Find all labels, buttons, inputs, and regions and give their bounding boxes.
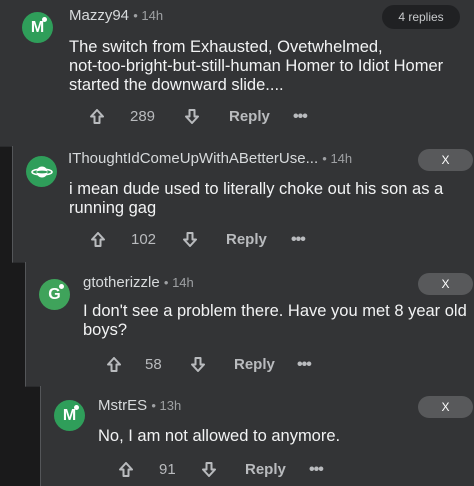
downvote-icon[interactable]: [202, 462, 216, 477]
vote-count: 289: [130, 108, 156, 125]
comment-line: not-too-bright-but-still-human Homer to …: [69, 57, 444, 75]
upvote-icon[interactable]: [107, 357, 121, 372]
comment-body: i mean dude used to literally choke out …: [69, 180, 469, 218]
bulb-icon: [59, 284, 64, 289]
planet-icon: [30, 166, 53, 177]
comment-header: Mazzy94 • 14h: [69, 7, 164, 24]
replies-button[interactable]: 4 replies: [382, 5, 460, 29]
comment-body: No, I am not allowed to anymore.: [98, 427, 468, 446]
timestamp: 14h: [172, 275, 194, 290]
vote-count: 102: [131, 231, 157, 248]
collapse-button[interactable]: X: [418, 273, 473, 295]
avatar[interactable]: [26, 156, 57, 187]
downvote-icon[interactable]: [183, 232, 197, 247]
comment-line: No, I am not allowed to anymore.: [98, 427, 341, 445]
reply-button[interactable]: Reply: [245, 461, 286, 478]
vote-count: 58: [145, 356, 162, 373]
bulb-icon: [74, 405, 79, 410]
downvote-icon[interactable]: [185, 109, 199, 124]
more-options-icon[interactable]: •••: [293, 108, 308, 126]
comment-body: I don't see a problem there. Have you me…: [83, 302, 473, 340]
upvote-icon[interactable]: [91, 232, 105, 247]
upvote-icon[interactable]: [119, 462, 133, 477]
reply-button[interactable]: Reply: [226, 231, 267, 248]
bulb-icon: [42, 17, 47, 22]
reply-button[interactable]: Reply: [234, 356, 275, 373]
username[interactable]: Mazzy94: [69, 7, 129, 24]
vote-count: 91: [159, 461, 176, 478]
reply-button[interactable]: Reply: [229, 108, 270, 125]
downvote-icon[interactable]: [191, 357, 205, 372]
comment-line: The switch from Exhausted, Ovetwhelmed,: [69, 38, 383, 56]
comment-line: I don't see a problem there. Have you me…: [83, 302, 467, 320]
username[interactable]: IThoughtIdComeUpWithABetterUse...: [68, 150, 318, 167]
comment-line: i mean dude used to literally choke out …: [69, 180, 444, 198]
collapse-button[interactable]: X: [418, 149, 473, 171]
more-options-icon[interactable]: •••: [309, 461, 324, 479]
more-options-icon[interactable]: •••: [291, 231, 306, 249]
more-options-icon[interactable]: •••: [297, 356, 312, 374]
collapse-button[interactable]: X: [418, 396, 473, 418]
username[interactable]: MstrES: [98, 397, 147, 414]
comment-mstres: M MstrES • 13h X No, I am not allowed to…: [40, 386, 474, 486]
timestamp: 14h: [141, 8, 164, 23]
timestamp: 14h: [330, 151, 353, 166]
comment-header: IThoughtIdComeUpWithABetterUse... • 14h: [68, 150, 353, 167]
comment-line: boys?: [83, 321, 128, 339]
avatar[interactable]: M: [22, 12, 53, 43]
upvote-icon[interactable]: [90, 109, 104, 124]
avatar[interactable]: G: [39, 279, 70, 310]
comment-line: running gag: [69, 199, 157, 217]
comment-ithoughtidcomeup: IThoughtIdComeUpWithABetterUse... • 14h …: [12, 146, 474, 263]
comment-body: The switch from Exhausted, Ovetwhelmed, …: [69, 38, 469, 95]
avatar[interactable]: M: [54, 400, 85, 431]
comment-header: MstrES • 13h: [98, 397, 182, 414]
comment-header: gtotherizzle • 14h: [83, 274, 194, 291]
username[interactable]: gtotherizzle: [83, 274, 160, 291]
timestamp: 13h: [159, 398, 182, 413]
comment-line: started the downward slide....: [69, 76, 284, 94]
comment-mazzy94: M Mazzy94 • 14h 4 replies The switch fro…: [0, 0, 474, 147]
comment-gtotherizzle: G gtotherizzle • 14h X I don't see a pro…: [25, 262, 474, 387]
